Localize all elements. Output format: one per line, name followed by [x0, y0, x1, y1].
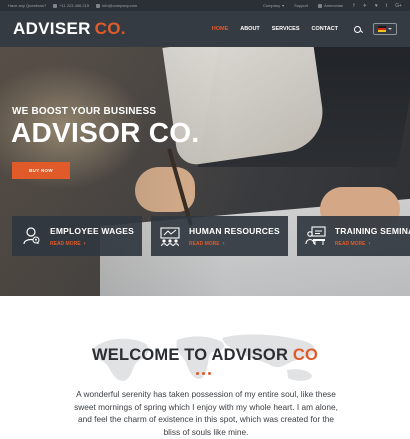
account-name: Ammonian	[324, 3, 344, 8]
hero-title: ADVISOR CO.	[11, 117, 200, 148]
read-more-link[interactable]: READ MORE ›	[50, 241, 134, 247]
company-label: Company	[262, 3, 281, 8]
company-menu[interactable]: Company ▾	[263, 3, 284, 8]
search-icon[interactable]	[354, 25, 361, 33]
user-icon	[318, 3, 323, 8]
site-logo[interactable]: ADVISER CO.	[13, 19, 126, 39]
dot	[196, 372, 199, 375]
google-plus-icon[interactable]: G+	[395, 3, 402, 9]
chevron-right-icon: ›	[83, 240, 86, 247]
nav-home[interactable]: HOME	[212, 26, 229, 32]
read-more-link[interactable]: READ MORE ›	[189, 241, 280, 247]
dot	[202, 372, 205, 375]
welcome-body-text: A wonderful serenity has taken possessio…	[74, 389, 338, 437]
telegram-icon[interactable]: ✈	[363, 3, 367, 9]
title-divider-dots	[196, 372, 211, 375]
logo-accent-text: CO.	[94, 19, 126, 38]
phone-number: +11 223 456 215	[59, 3, 90, 8]
nav-contact[interactable]: CONTACT	[312, 26, 338, 32]
mail-icon	[96, 3, 101, 8]
chevron-down-icon: ▾	[282, 3, 285, 8]
read-more-label: READ MORE	[334, 240, 366, 247]
top-utility-bar: Have any Questions? +11 223 456 215 info…	[0, 0, 410, 11]
welcome-title: WELCOME TO ADVISOR CO	[0, 346, 410, 365]
twitter-icon[interactable]: t	[386, 3, 387, 9]
read-more-label: READ MORE	[189, 240, 220, 247]
hero-subtitle: WE BOOST YOUR BUSINESS	[12, 106, 157, 117]
dot	[208, 372, 211, 375]
read-more-link[interactable]: READ MORE ›	[335, 241, 410, 247]
welcome-title-main: WELCOME TO ADVISOR	[91, 346, 289, 364]
read-more-label: READ MORE	[50, 240, 81, 247]
team-icon	[160, 227, 180, 247]
card-title: TRAINING SEMINAR	[334, 225, 410, 236]
service-cards: EMPLOYEE WAGES READ MORE › HUMAN RESOURC…	[12, 216, 410, 256]
seminar-icon	[305, 226, 326, 245]
card-employee-wages[interactable]: EMPLOYEE WAGES READ MORE ›	[12, 216, 143, 256]
welcome-section: WELCOME TO ADVISOR CO A wonderful sereni…	[0, 296, 410, 439]
card-title: EMPLOYEE WAGES	[50, 225, 135, 236]
phone-link[interactable]: +11 223 456 215	[53, 3, 89, 8]
chevron-right-icon: ›	[368, 240, 371, 247]
card-human-resources[interactable]: HUMAN RESOURCES READ MORE ›	[151, 216, 288, 256]
logo-main-text: ADVISER	[13, 19, 91, 38]
card-title: HUMAN RESOURCES	[189, 225, 280, 236]
email-link[interactable]: info@company.com	[96, 3, 137, 8]
buy-now-button[interactable]: BUY NOW	[12, 162, 70, 179]
welcome-title-accent: CO	[292, 346, 319, 364]
german-flag-icon	[378, 26, 386, 32]
social-links: f ✈ ♥ t G+	[353, 3, 402, 9]
nav-services[interactable]: SERVICES	[272, 26, 300, 32]
nav-about[interactable]: ABOUT	[240, 26, 260, 32]
language-selector[interactable]	[373, 23, 397, 35]
support-link[interactable]: Support	[294, 3, 308, 8]
employee-icon	[23, 227, 40, 245]
heart-icon[interactable]: ♥	[375, 3, 378, 9]
card-training-seminar[interactable]: TRAINING SEMINAR READ MORE ›	[296, 216, 410, 256]
chevron-right-icon: ›	[222, 240, 225, 247]
facebook-icon[interactable]: f	[353, 3, 354, 9]
phone-icon	[53, 3, 58, 8]
chevron-down-icon	[388, 28, 392, 30]
main-header: ADVISER CO. HOME ABOUT SERVICES CONTACT	[0, 11, 410, 47]
email-address: info@company.com	[102, 3, 138, 8]
questions-text: Have any Questions?	[8, 3, 47, 8]
main-nav: HOME ABOUT SERVICES CONTACT	[212, 23, 397, 35]
account-link[interactable]: Ammonian	[318, 3, 343, 8]
